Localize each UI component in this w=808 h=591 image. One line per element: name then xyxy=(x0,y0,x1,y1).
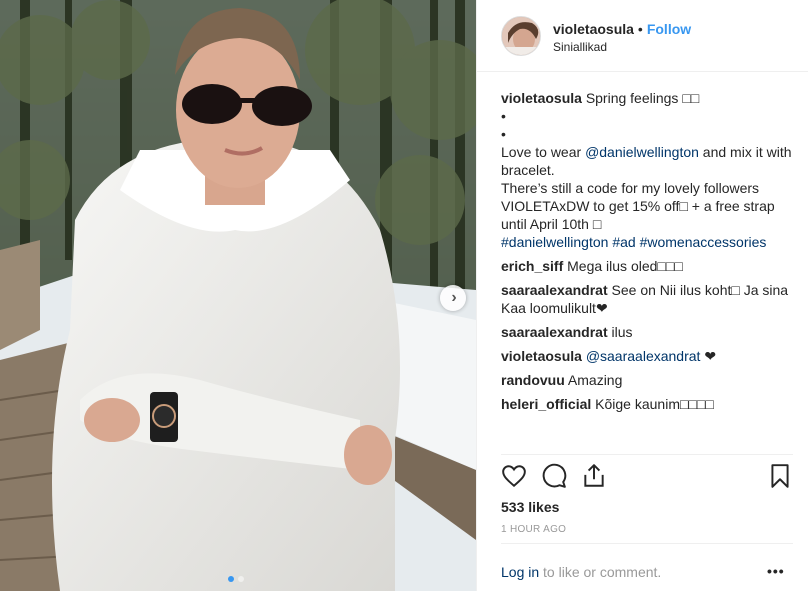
comment-text: ❤ xyxy=(700,348,717,364)
caption-line-4-prefix: Love to wear xyxy=(501,144,586,160)
login-link[interactable]: Log in xyxy=(501,564,539,580)
comment-icon xyxy=(542,463,567,488)
caption-line-5: There’s still a code for my lovely follo… xyxy=(501,180,775,232)
avatar[interactable] xyxy=(501,16,541,56)
mention-link[interactable]: @saaraalexandrat xyxy=(586,348,701,364)
post-header: violetaosula • Follow Siniallikad xyxy=(477,0,808,72)
divider xyxy=(501,543,793,544)
separator-bullet: • xyxy=(637,21,643,37)
comment-text: Mega ilus oled□□□ xyxy=(567,258,683,274)
caption-line-2: • xyxy=(501,108,506,124)
post-timestamp[interactable]: 1 HOUR AGO xyxy=(501,524,566,535)
share-icon xyxy=(584,464,604,487)
comment-item: erich_siff Mega ilus oled□□□ xyxy=(501,257,793,275)
comment-username[interactable]: violetaosula xyxy=(501,348,582,364)
photo-image xyxy=(0,0,476,591)
username-link[interactable]: violetaosula xyxy=(553,21,634,37)
comment-item: violetaosula @saaraalexandrat ❤ xyxy=(501,347,793,365)
save-button[interactable] xyxy=(767,463,793,489)
carousel-dot xyxy=(238,576,244,582)
carousel-indicator xyxy=(228,576,244,582)
comment-username[interactable]: saaraalexandrat xyxy=(501,282,608,298)
comment-username[interactable]: heleri_official xyxy=(501,396,591,412)
comment-username[interactable]: erich_siff xyxy=(501,258,563,274)
heart-icon xyxy=(502,465,526,488)
comment-item: randovuu Amazing xyxy=(501,371,793,389)
comment-text: ilus xyxy=(611,324,633,340)
like-button[interactable] xyxy=(501,463,527,489)
caption-line-3: • xyxy=(501,126,506,142)
comment-item: heleri_official Kõige kaunim□□□□ xyxy=(501,395,793,413)
mention-link[interactable]: @danielwellington xyxy=(585,144,699,160)
post-photo[interactable]: › xyxy=(0,0,476,591)
follow-button[interactable]: Follow xyxy=(647,21,691,37)
comment-item: saaraalexandrat ilus xyxy=(501,323,793,341)
comment-list: violetaosula Spring feelings □□ • • Love… xyxy=(501,89,793,413)
more-options-icon[interactable]: ••• xyxy=(767,563,785,579)
comment-button[interactable] xyxy=(541,463,567,489)
next-photo-button[interactable]: › xyxy=(440,285,466,311)
like-count[interactable]: 533 likes xyxy=(501,499,559,515)
comment-username[interactable]: saaraalexandrat xyxy=(501,324,608,340)
location-link[interactable]: Siniallikad xyxy=(553,40,607,54)
comment-text: Kõige kaunim□□□□ xyxy=(595,396,714,412)
post-panel: violetaosula • Follow Siniallikad violetao… xyxy=(476,0,808,591)
header-user-line: violetaosula • Follow xyxy=(553,21,691,37)
divider xyxy=(501,454,793,455)
caption-line-1: Spring feelings □□ xyxy=(585,90,700,106)
avatar-image xyxy=(502,17,540,55)
hashtag-link[interactable]: #ad xyxy=(612,234,635,250)
chevron-right-icon: › xyxy=(451,289,457,306)
hashtag-link[interactable]: #danielwellington xyxy=(501,234,608,250)
hashtag-link[interactable]: #womenaccessories xyxy=(640,234,767,250)
carousel-dot-active xyxy=(228,576,234,582)
login-prompt: Log in to like or comment. xyxy=(501,564,661,580)
caption: violetaosula Spring feelings □□ • • Love… xyxy=(501,89,793,251)
caption-username[interactable]: violetaosula xyxy=(501,90,582,106)
bookmark-icon xyxy=(771,464,789,488)
comment-username[interactable]: randovuu xyxy=(501,372,565,388)
share-button[interactable] xyxy=(581,463,607,489)
action-bar xyxy=(501,463,793,493)
comment-item: saaraalexandrat See on Nii ilus koht□ Ja… xyxy=(501,281,793,317)
login-prompt-text: to like or comment. xyxy=(539,564,662,580)
comment-text: Amazing xyxy=(567,372,623,388)
